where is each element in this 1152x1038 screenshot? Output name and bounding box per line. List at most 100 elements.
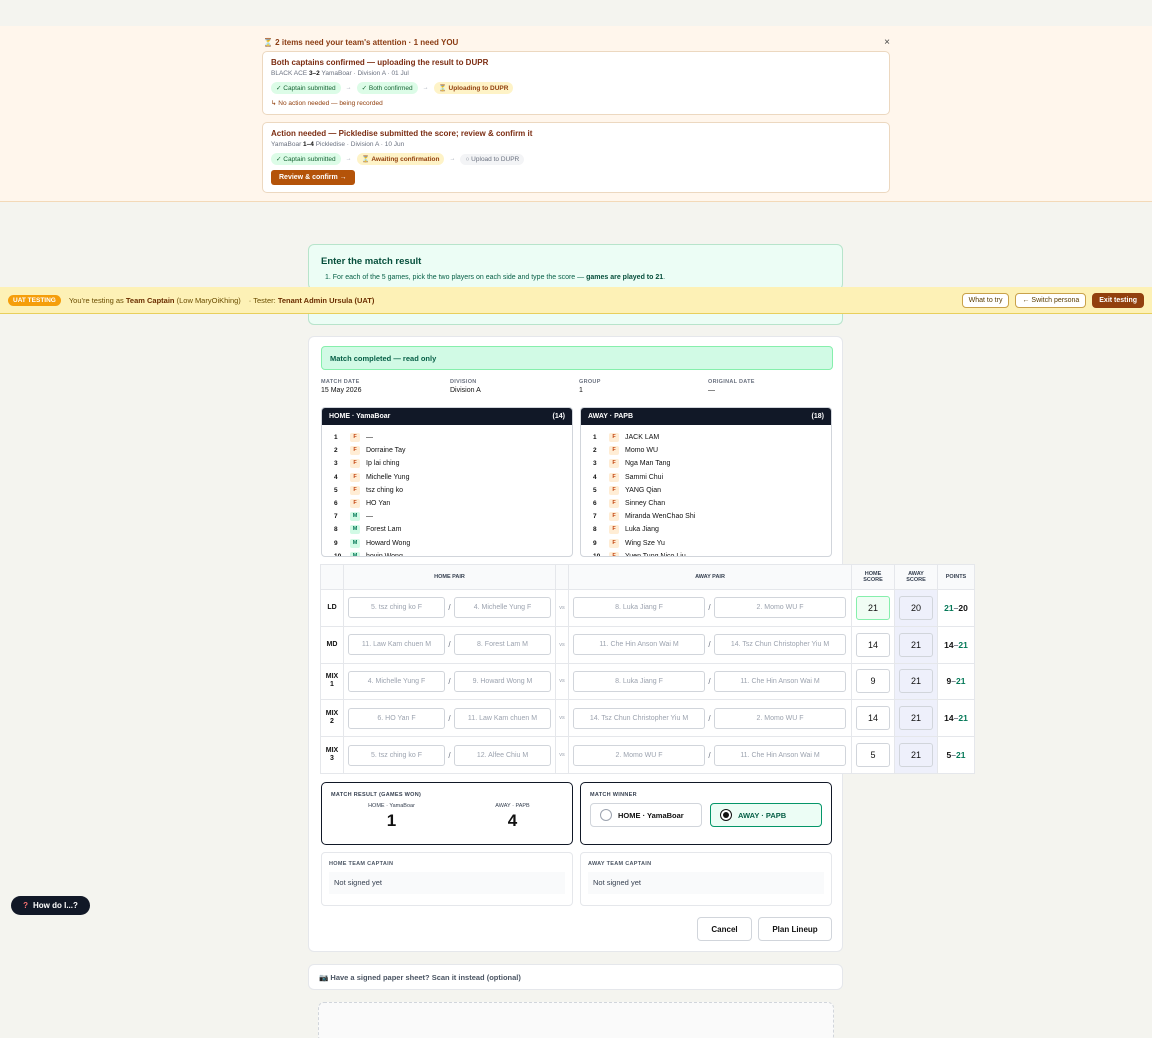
gender-badge: M [350,551,360,556]
meta-group: GROUP 1 [579,379,601,394]
home-score-header: HOME SCORE [851,564,895,590]
player-row: 7 M — [334,510,572,523]
vs-label: vs [555,589,569,627]
away-score-input[interactable]: 21 [899,669,933,694]
home-score-input[interactable]: 21 [856,595,890,620]
player-name: YANG Qian [625,486,662,494]
away-player-list: 1 F JACK LAM 2 F Momo WU 3 F Nga Man Tang 4 F Sammi… [581,425,831,556]
player-row: 8 F Luka Jiang [593,523,831,536]
home-player-1-select[interactable]: 5. tsz ching ko F [348,597,445,619]
player-number: 3 [334,460,338,468]
meta-original-date: ORIGINAL DATE — [708,379,755,394]
away-roster: AWAY · PAPB (18) 1 F JACK LAM 2 F Momo WU 3 F Nga… [580,407,832,557]
home-player-2-select[interactable]: 9. Howard Wong M [454,670,551,692]
card-note: ↳ No action needed — being recorded [271,100,383,107]
player-number: 1 [334,434,338,442]
away-player-1-select[interactable]: 8. Luka Jiang F [573,670,705,692]
arrow-icon: → [449,156,456,162]
player-row: 6 F Sinney Chan [593,497,831,510]
home-player-2-select[interactable]: 8. Forest Lam M [454,634,551,656]
home-captain-box: HOME TEAM CAPTAIN Not signed yet [321,852,573,906]
home-player-2-select[interactable]: 12. Alfee Chiu M [454,744,551,766]
player-number: 6 [334,500,338,508]
chip-captain-submitted: ✓ Captain submitted [271,153,341,165]
away-score-input[interactable]: 21 [899,632,933,657]
player-number: 8 [334,526,338,534]
chip-both-confirmed: ✓ Both confirmed [356,82,418,94]
home-score-input[interactable]: 9 [856,669,890,694]
home-player-1-select[interactable]: 6. HO Yan F [348,707,445,729]
home-player-list: 1 F — 2 F Dorraine Tay 3 F Ip lai ching 4 F Michell… [322,425,572,556]
gender-badge: F [609,472,619,482]
card-title: Both captains confirmed — uploading the … [271,58,489,67]
close-icon[interactable]: × [884,37,890,48]
game-points: 21–20 [937,589,975,627]
winner-home-radio[interactable]: HOME · YamaBoar [590,803,702,827]
match-winner-label: MATCH WINNER [590,792,637,798]
player-row: 1 F — [334,431,572,444]
away-player-2-select[interactable]: 2. Momo WU F [714,707,846,729]
help-button[interactable]: ? How do I...? [11,896,90,915]
away-player-2-select[interactable]: 14. Tsz Chun Christopher Yiu M [714,634,846,656]
home-score-input[interactable]: 5 [856,743,890,768]
games-table: HOME PAIR AWAY PAIR HOME SCORE AWAY SCORE … [320,564,975,774]
home-player-1-select[interactable]: 11. Law Kam chuen M [348,634,445,656]
scan-dropzone[interactable] [318,1002,834,1038]
player-row: 9 M Howard Wong [334,537,572,550]
away-score-input[interactable]: 21 [899,706,933,731]
game-type-label: MIX 2 [320,699,344,738]
attention-header: ⏳ 2 items need your team's attention · 1… [263,36,890,48]
cancel-button[interactable]: Cancel [697,917,752,941]
plan-lineup-button[interactable]: Plan Lineup [758,917,832,941]
away-score-input[interactable]: 20 [899,595,933,620]
uat-badge: UAT TESTING [8,294,61,306]
away-player-2-select[interactable]: 11. Che Hin Anson Wai M [714,744,846,766]
away-player-1-select[interactable]: 11. Che Hin Anson Wai M [573,634,705,656]
gender-badge: F [609,525,619,535]
gender-badge: F [350,499,360,509]
game-points: 9–21 [937,662,975,701]
away-player-1-select[interactable]: 8. Luka Jiang F [573,597,705,619]
away-player-1-select[interactable]: 14. Tsz Chun Christopher Yiu M [573,707,705,729]
gender-badge: F [350,446,360,456]
player-number: 5 [334,486,338,494]
player-number: 1 [593,434,597,442]
scan-paper-sheet-toggle[interactable]: 📷 Have a signed paper sheet? Scan it ins… [308,964,843,990]
match-result-label: MATCH RESULT (GAMES WON) [331,792,422,798]
chip-captain-submitted: ✓ Captain submitted [271,82,341,94]
exit-testing-button[interactable]: Exit testing [1092,292,1144,308]
away-player-2-select[interactable]: 11. Che Hin Anson Wai M [714,670,846,692]
home-player-1-select[interactable]: 5. tsz ching ko F [348,744,445,766]
home-player-2-select[interactable]: 4. Michelle Yung F [454,597,551,619]
player-name: JACK LAM [625,434,660,442]
away-player-2-select[interactable]: 2. Momo WU F [714,597,846,619]
away-captain-signature: Not signed yet [588,872,824,894]
away-score-input[interactable]: 21 [899,743,933,768]
gender-badge: M [350,512,360,522]
away-roster-header: AWAY · PAPB (18) [581,408,831,425]
pair-separator: / [448,603,451,613]
game-row: MD 11. Law Kam chuen M/8. Forest Lam Mvs 1… [320,625,975,664]
gender-badge: M [350,538,360,548]
home-score-input[interactable]: 14 [856,632,890,657]
progress-chips: ✓ Captain submitted → ✓ Both confirmed →… [271,82,881,94]
game-type-label: MD [320,625,344,664]
player-name: Miranda WenChao Shi [625,513,696,521]
home-pair-header: HOME PAIR [343,564,556,590]
player-name: — [366,434,373,442]
gender-badge: F [609,459,619,469]
home-score-input[interactable]: 14 [856,706,890,731]
review-confirm-button[interactable]: Review & confirm → [271,170,355,185]
player-name: tsz ching ko [366,486,403,494]
away-player-1-select[interactable]: 2. Momo WU F [573,744,705,766]
player-number: 2 [593,447,597,455]
uat-testing-bar: UAT TESTING You're testing as Team Capta… [0,287,1152,314]
what-to-try-button[interactable]: What to try [961,292,1010,308]
switch-persona-button[interactable]: ← Switch persona [1015,292,1087,308]
player-number: 5 [593,486,597,494]
home-player-1-select[interactable]: 4. Michelle Yung F [348,670,445,692]
player-row: 10 F Yuen Tung Nico Liu [593,550,831,556]
winner-away-radio[interactable]: AWAY · PAPB [710,803,822,827]
home-player-2-select[interactable]: 11. Law Kam chuen M [454,707,551,729]
player-number: 4 [334,473,338,481]
